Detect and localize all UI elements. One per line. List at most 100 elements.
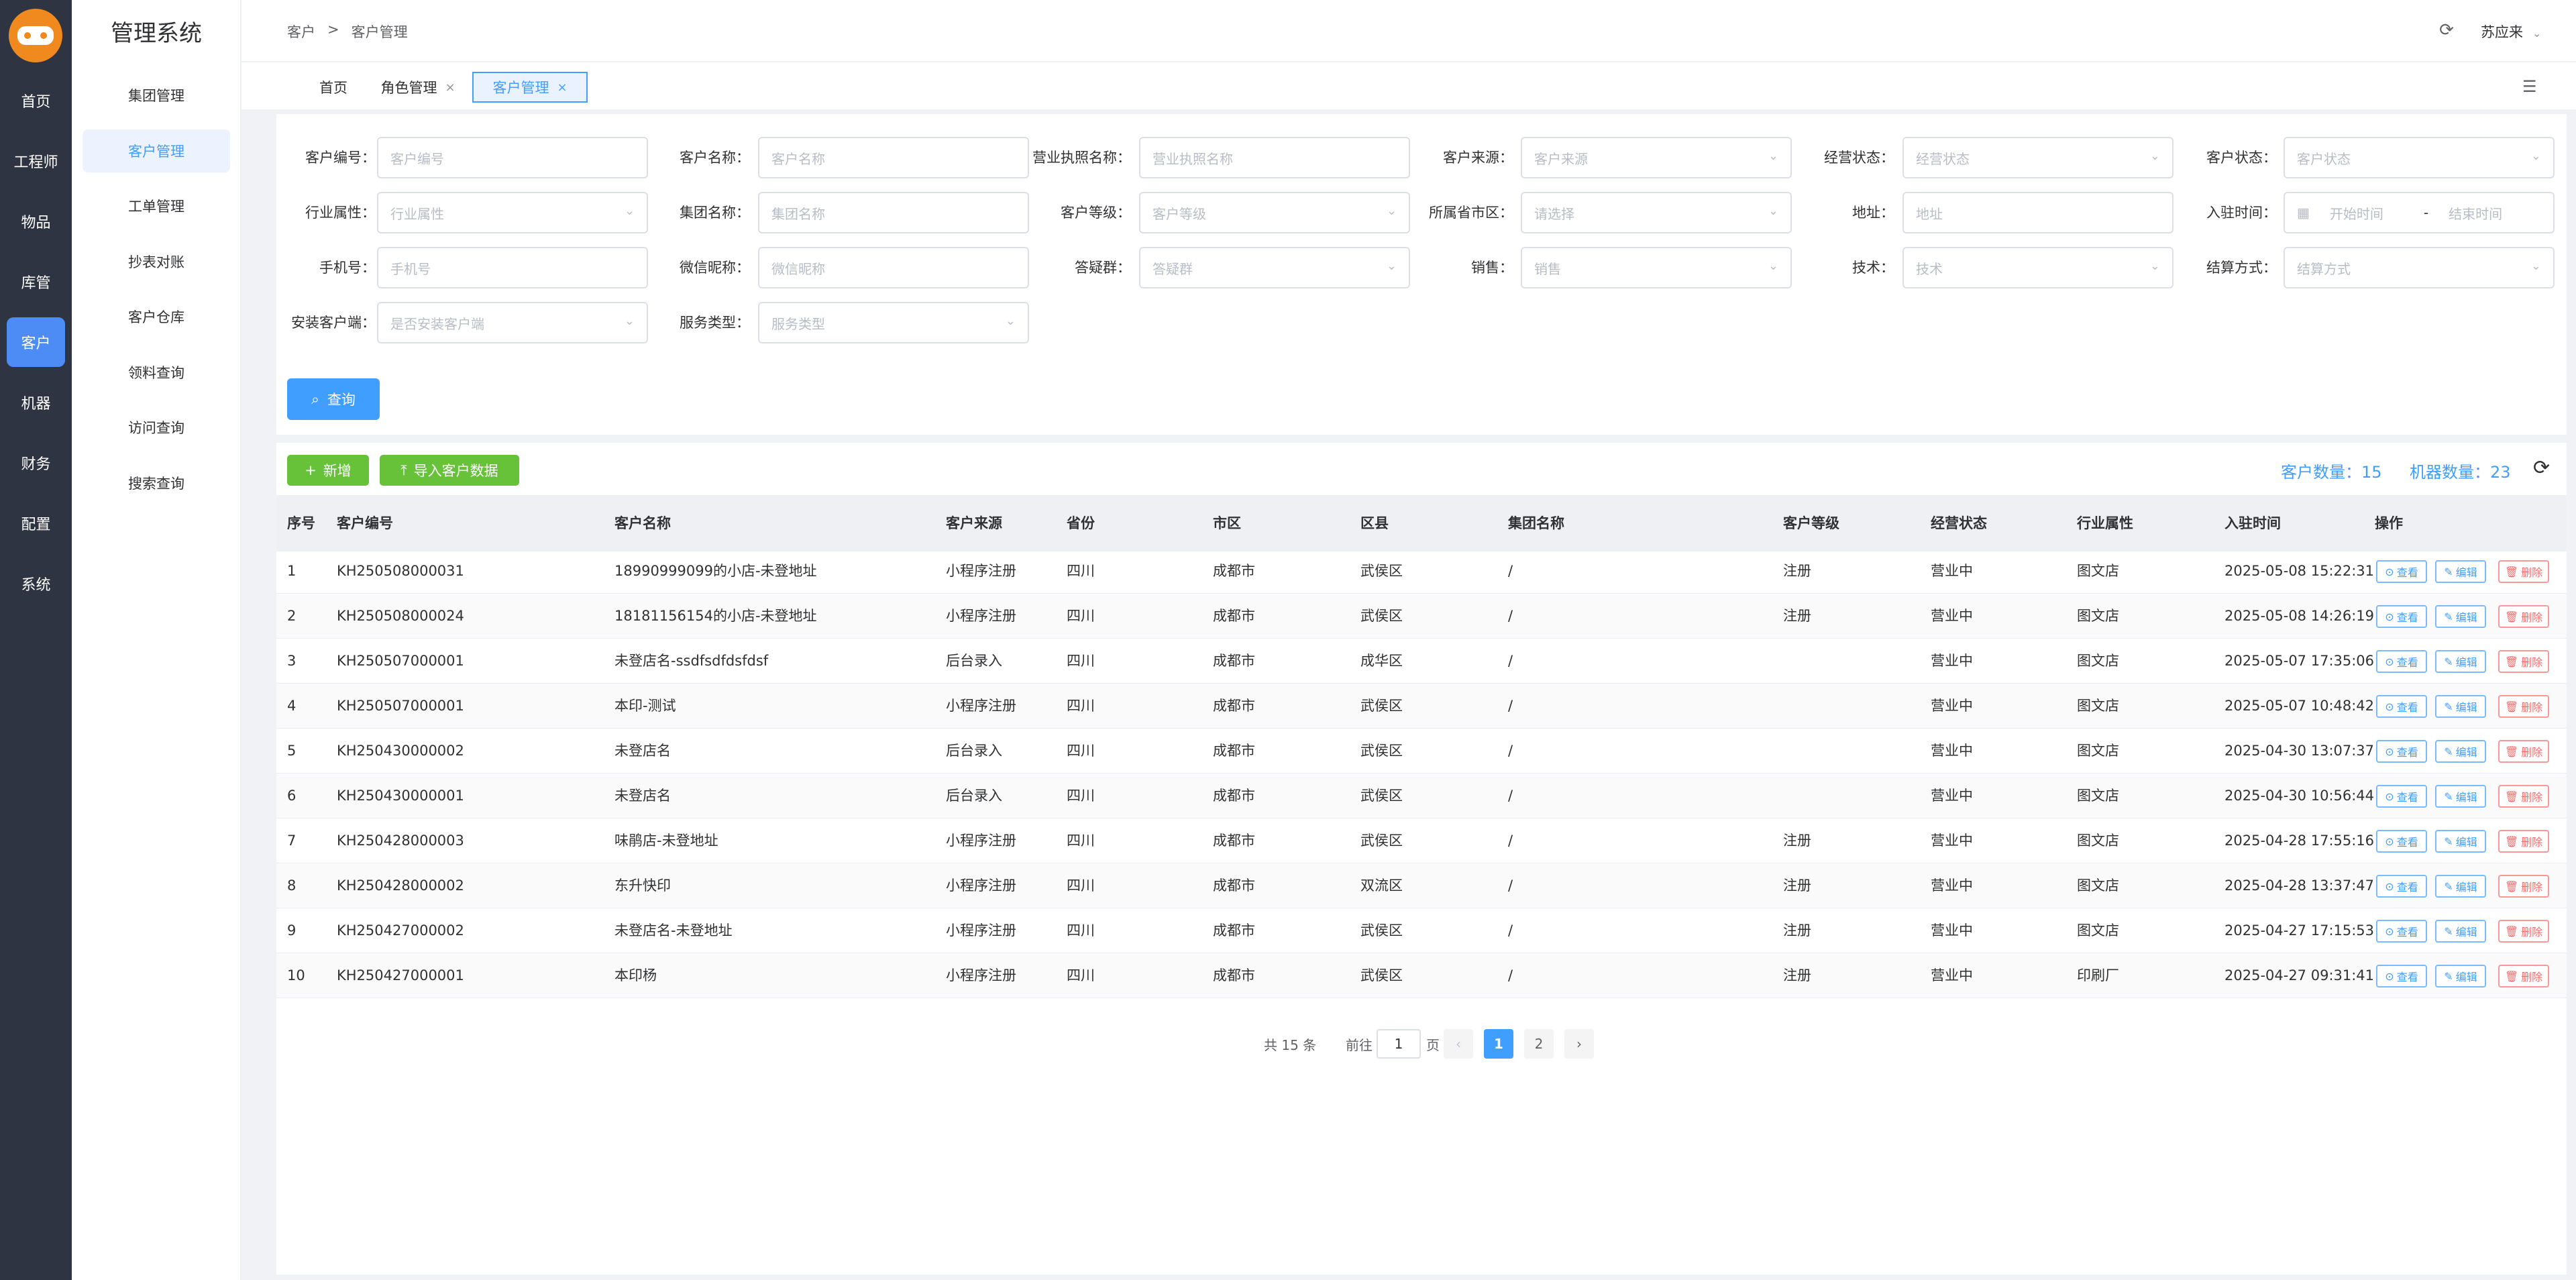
- pagination-page[interactable]: 2: [1524, 1029, 1554, 1059]
- nav-item[interactable]: 财务: [7, 438, 65, 488]
- nav-item[interactable]: 客户: [7, 317, 65, 367]
- column-header: 经营状态: [1931, 515, 1987, 531]
- close-icon[interactable]: ×: [445, 81, 455, 95]
- pagination-prev-button[interactable]: ‹: [1444, 1029, 1473, 1059]
- nav-item[interactable]: 物品: [7, 197, 65, 246]
- delete-button[interactable]: 🗑 删除: [2498, 785, 2549, 808]
- filter-select[interactable]: 客户来源 ⌄: [1521, 137, 1792, 178]
- table-row[interactable]: 6 KH250430000001 未登店名 后台录入 四川 成都市 武侯区 / 营业中 图文店 20…: [276, 774, 2567, 818]
- nav-item[interactable]: 系统: [7, 559, 65, 608]
- delete-button[interactable]: 🗑 删除: [2498, 965, 2549, 988]
- edit-button[interactable]: ✎ 编辑: [2435, 920, 2486, 943]
- pagination-page[interactable]: 1: [1484, 1029, 1513, 1059]
- view-button[interactable]: ⊙ 查看: [2376, 920, 2427, 943]
- refresh-icon[interactable]: ⟳: [2436, 20, 2457, 40]
- edit-button[interactable]: ✎ 编辑: [2435, 695, 2486, 718]
- delete-button[interactable]: 🗑 删除: [2498, 605, 2549, 628]
- sidebar-item[interactable]: 领料查询: [83, 351, 230, 394]
- view-button[interactable]: ⊙ 查看: [2376, 830, 2427, 853]
- nav-item[interactable]: 配置: [7, 498, 65, 548]
- import-customer-button[interactable]: ⤒ 导入客户数据: [380, 455, 519, 486]
- table-row[interactable]: 10 KH250427000001 本印杨 小程序注册 四川 成都市 武侯区 / 注册 营业中 印刷…: [276, 953, 2567, 998]
- table-row[interactable]: 2 KH250508000024 18181156154的小店-未登地址 小程序注册 四…: [276, 594, 2567, 639]
- sliders-icon[interactable]: ☰: [2522, 77, 2537, 96]
- filter-input[interactable]: 手机号: [377, 247, 648, 288]
- date-end[interactable]: 结束时间: [2449, 203, 2502, 223]
- filter-select[interactable]: 请选择 ⌄: [1521, 192, 1792, 233]
- sidebar-item[interactable]: 搜索查询: [83, 462, 230, 504]
- edit-button[interactable]: ✎ 编辑: [2435, 830, 2486, 853]
- sidebar-item[interactable]: 工单管理: [83, 184, 230, 227]
- filter-input[interactable]: 地址: [1902, 192, 2174, 233]
- user-name: 苏应来: [2481, 24, 2523, 40]
- table-row[interactable]: 1 KH250508000031 18990999099的小店-未登地址 小程序注册 四…: [276, 549, 2567, 594]
- delete-button[interactable]: 🗑 删除: [2498, 830, 2549, 853]
- filter-select[interactable]: 服务类型 ⌄: [758, 302, 1029, 343]
- add-button[interactable]: + 新增: [287, 455, 369, 486]
- view-button[interactable]: ⊙ 查看: [2376, 695, 2427, 718]
- filter-input[interactable]: 营业执照名称: [1139, 137, 1410, 178]
- pagination-next-button[interactable]: ›: [1564, 1029, 1594, 1059]
- delete-button[interactable]: 🗑 删除: [2498, 920, 2549, 943]
- sidebar-item[interactable]: 抄表对账: [83, 240, 230, 283]
- table-row[interactable]: 7 KH250428000003 味鹃店-未登地址 小程序注册 四川 成都市 武侯区 / 注册 营…: [276, 818, 2567, 863]
- delete-button[interactable]: 🗑 删除: [2498, 875, 2549, 898]
- edit-button[interactable]: ✎ 编辑: [2435, 650, 2486, 673]
- filter-select[interactable]: 客户状态 ⌄: [2284, 137, 2555, 178]
- view-button[interactable]: ⊙ 查看: [2376, 605, 2427, 628]
- view-button[interactable]: ⊙ 查看: [2376, 560, 2427, 583]
- table-row[interactable]: 3 KH250507000001 未登店名-ssdfsdfdsfdsf 后台录入 四川 成…: [276, 639, 2567, 684]
- table-row[interactable]: 9 KH250427000002 未登店名-未登地址 小程序注册 四川 成都市 武侯区 / 注册…: [276, 908, 2567, 953]
- filter-select[interactable]: 是否安装客户端 ⌄: [377, 302, 648, 343]
- breadcrumb-item[interactable]: 客户: [287, 21, 315, 42]
- pagination-goto-input[interactable]: 1: [1377, 1029, 1421, 1059]
- filter-select[interactable]: 经营状态 ⌄: [1902, 137, 2174, 178]
- view-button[interactable]: ⊙ 查看: [2376, 785, 2427, 808]
- filter-select[interactable]: 技术 ⌄: [1902, 247, 2174, 288]
- date-start[interactable]: 开始时间: [2330, 203, 2404, 223]
- edit-button[interactable]: ✎ 编辑: [2435, 875, 2486, 898]
- filter-select[interactable]: 答疑群 ⌄: [1139, 247, 1410, 288]
- sidebar-item[interactable]: 客户仓库: [83, 295, 230, 338]
- edit-button[interactable]: ✎ 编辑: [2435, 785, 2486, 808]
- filter-daterange[interactable]: ▦ 开始时间 - 结束时间: [2284, 192, 2555, 233]
- view-button[interactable]: ⊙ 查看: [2376, 740, 2427, 763]
- filter-select[interactable]: 客户等级 ⌄: [1139, 192, 1410, 233]
- view-button[interactable]: ⊙ 查看: [2376, 965, 2427, 988]
- tab[interactable]: 客户管理 ×: [472, 72, 588, 103]
- filter-select[interactable]: 行业属性 ⌄: [377, 192, 648, 233]
- delete-button[interactable]: 🗑 删除: [2498, 740, 2549, 763]
- sidebar-item[interactable]: 访问查询: [83, 406, 230, 449]
- close-icon[interactable]: ×: [557, 81, 567, 95]
- nav-item[interactable]: 首页: [7, 76, 65, 125]
- filter-input[interactable]: 微信昵称: [758, 247, 1029, 288]
- tab[interactable]: 首页: [290, 72, 377, 103]
- edit-button[interactable]: ✎ 编辑: [2435, 605, 2486, 628]
- edit-button[interactable]: ✎ 编辑: [2435, 740, 2486, 763]
- edit-button[interactable]: ✎ 编辑: [2435, 965, 2486, 988]
- table-refresh-icon[interactable]: ⟳: [2533, 456, 2550, 480]
- nav-item[interactable]: 机器: [7, 378, 65, 427]
- delete-button[interactable]: 🗑 删除: [2498, 695, 2549, 718]
- table-row[interactable]: 8 KH250428000002 东升快印 小程序注册 四川 成都市 双流区 / 注册 营业中 图文…: [276, 863, 2567, 908]
- filter-select[interactable]: 销售 ⌄: [1521, 247, 1792, 288]
- user-menu[interactable]: 苏应来 ⌄: [2481, 21, 2541, 42]
- sidebar-item[interactable]: 集团管理: [83, 74, 230, 117]
- view-button[interactable]: ⊙ 查看: [2376, 875, 2427, 898]
- nav-item[interactable]: 库管: [7, 257, 65, 307]
- sidebar-item[interactable]: 客户管理: [83, 129, 230, 172]
- delete-button[interactable]: 🗑 删除: [2498, 560, 2549, 583]
- view-button[interactable]: ⊙ 查看: [2376, 650, 2427, 673]
- filter-select[interactable]: 结算方式 ⌄: [2284, 247, 2555, 288]
- table-row[interactable]: 5 KH250430000002 未登店名 后台录入 四川 成都市 武侯区 / 营业中 图文店 20…: [276, 729, 2567, 774]
- filter-input[interactable]: 客户编号: [377, 137, 648, 178]
- filter-input[interactable]: 集团名称: [758, 192, 1029, 233]
- tab[interactable]: 角色管理 ×: [366, 72, 470, 103]
- query-button[interactable]: ⌕ 查询: [287, 378, 380, 420]
- delete-button[interactable]: 🗑 删除: [2498, 650, 2549, 673]
- table-cell: /: [1508, 877, 1513, 894]
- nav-item[interactable]: 工程师: [7, 136, 65, 186]
- filter-input[interactable]: 客户名称: [758, 137, 1029, 178]
- table-row[interactable]: 4 KH250507000001 本印-测试 小程序注册 四川 成都市 武侯区 / 营业中 图文店…: [276, 684, 2567, 729]
- edit-button[interactable]: ✎ 编辑: [2435, 560, 2486, 583]
